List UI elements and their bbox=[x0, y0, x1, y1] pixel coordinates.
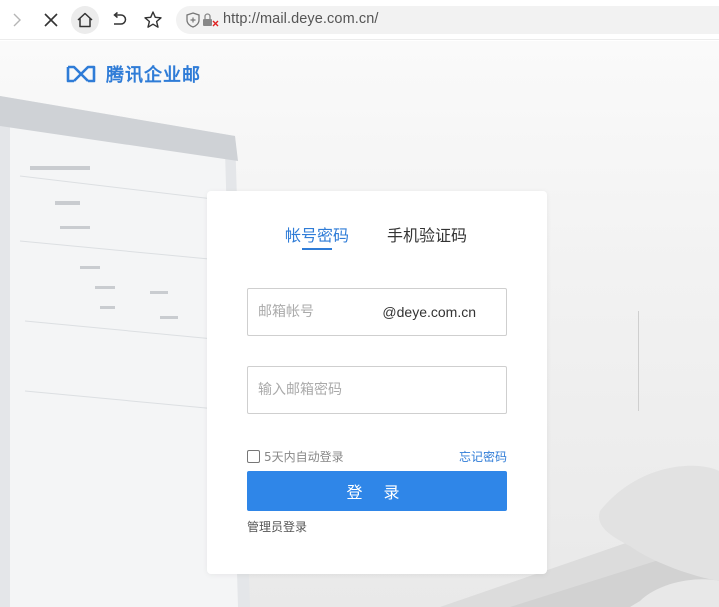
remember-login[interactable]: 5天内自动登录 bbox=[247, 448, 344, 465]
remember-checkbox[interactable] bbox=[247, 450, 260, 463]
chevron-right-icon bbox=[13, 13, 21, 27]
tab-account-password[interactable]: 帐号密码 bbox=[285, 222, 349, 246]
remember-label: 5天内自动登录 bbox=[264, 450, 344, 464]
tab-sms-code[interactable]: 手机验证码 bbox=[387, 222, 467, 246]
password-field bbox=[247, 366, 507, 414]
undo-icon bbox=[113, 11, 127, 25]
close-icon bbox=[44, 13, 58, 27]
brand-logo[interactable]: 腾讯企业邮 bbox=[66, 61, 201, 87]
tencent-mail-logo-icon bbox=[66, 65, 96, 83]
favorite-button[interactable] bbox=[139, 6, 167, 34]
forward-button[interactable] bbox=[3, 6, 31, 34]
account-domain-suffix: @deye.com.cn bbox=[382, 304, 476, 320]
active-tab-indicator bbox=[302, 248, 332, 250]
insecure-lock-icon bbox=[203, 13, 219, 27]
url-text: http://mail.deye.com.cn/ bbox=[223, 11, 379, 27]
undo-button[interactable] bbox=[105, 6, 133, 34]
home-button[interactable] bbox=[71, 6, 99, 34]
login-button[interactable]: 登 录 bbox=[247, 471, 507, 511]
account-field: @deye.com.cn bbox=[247, 288, 507, 336]
forgot-password-link[interactable]: 忘记密码 bbox=[459, 448, 507, 465]
star-icon bbox=[144, 11, 162, 28]
browser-toolbar: http://mail.deye.com.cn/ bbox=[0, 0, 719, 40]
password-input[interactable] bbox=[248, 367, 506, 413]
stop-button[interactable] bbox=[37, 6, 65, 34]
divider-line bbox=[638, 311, 639, 411]
shield-icon bbox=[186, 12, 200, 28]
login-card: 帐号密码 手机验证码 @deye.com.cn 5天内自动登录 忘记密码 登 录… bbox=[207, 191, 547, 574]
admin-login-link[interactable]: 管理员登录 bbox=[247, 518, 307, 535]
address-bar[interactable]: http://mail.deye.com.cn/ bbox=[176, 6, 719, 34]
home-icon bbox=[77, 12, 93, 28]
logo-text: 腾讯企业邮 bbox=[106, 65, 201, 86]
